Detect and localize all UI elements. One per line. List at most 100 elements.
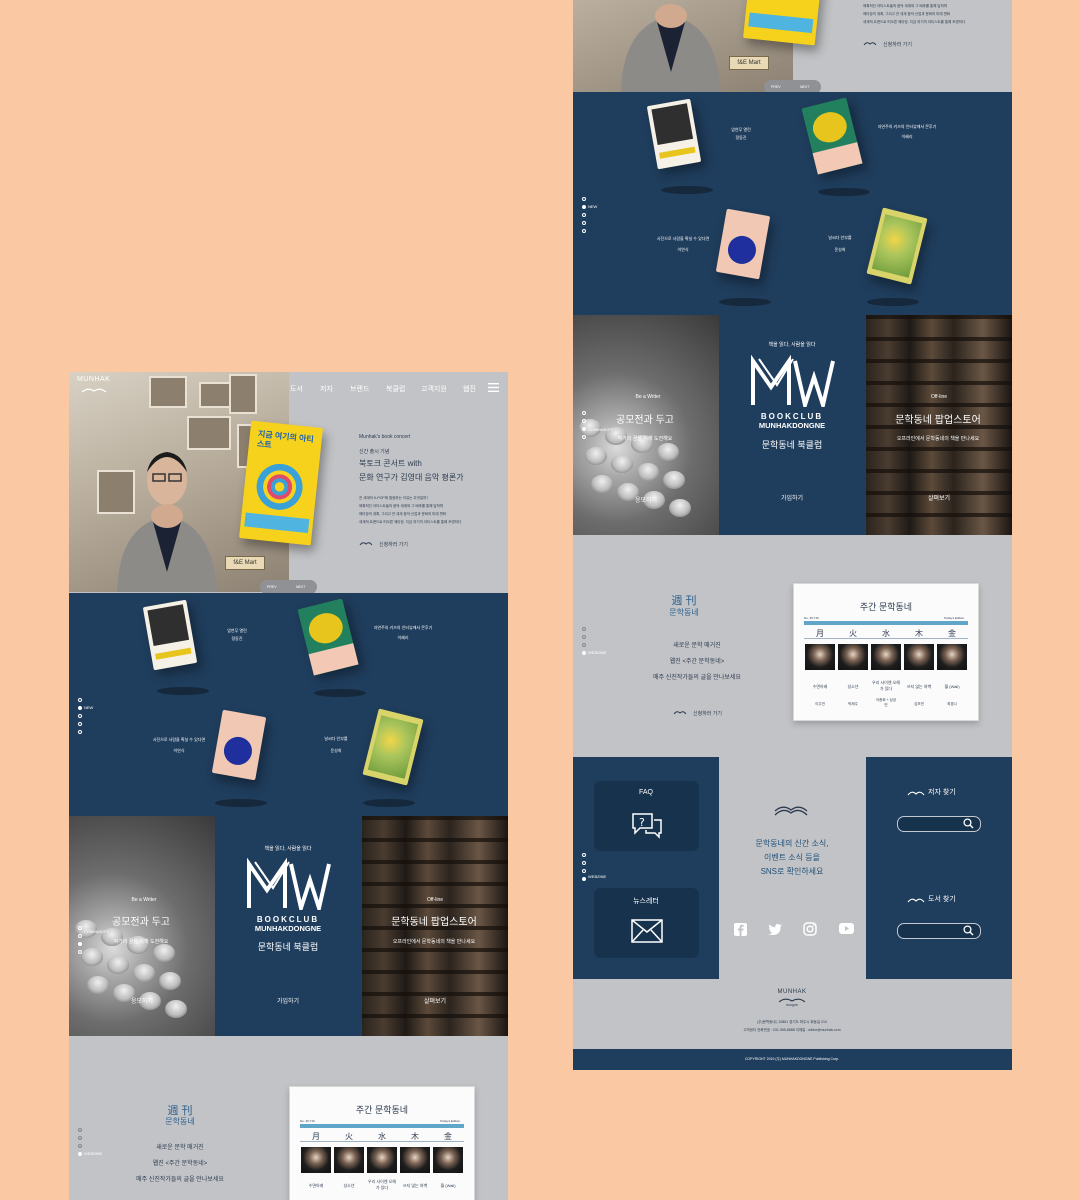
offline-subtitle: Off-line: [426, 897, 444, 903]
new-books-pager[interactable]: [582, 197, 586, 237]
bookclub-name: 문학동네 북클럽: [257, 942, 319, 952]
newspaper-title: 주간 문학동네: [355, 1105, 409, 1115]
bookstore-photo: Off-line 문학동네 팝업스토어 오프라인에서 문학동네의 책을 만나세요…: [866, 315, 1012, 535]
new-books-pager[interactable]: [78, 698, 82, 738]
newsletter-card[interactable]: 뉴스레터: [594, 888, 699, 958]
book-cover-2[interactable]: [801, 97, 863, 175]
book-link-icon: [359, 542, 373, 546]
webzine-newspaper[interactable]: 주간 문학동네 No. 46,716 Today's Edition 月 火 水…: [793, 583, 979, 721]
browse-link[interactable]: 살펴보기: [424, 996, 446, 1005]
hamburger-icon[interactable]: [488, 383, 499, 392]
bookclub-tagline: 책을 읽다, 사람을 읽다: [264, 846, 312, 852]
webzine-line3: 매주 신진작가들의 글을 만나보세요: [136, 1177, 224, 1183]
webzine-name: 문학동네: [165, 1117, 195, 1126]
book-cover-1[interactable]: [646, 98, 702, 170]
book-cover-3[interactable]: [211, 709, 267, 781]
bookclub-section: Be a Writer 공모전과 두고 작가의 꿈을 위해 도전해요 COMMU…: [573, 315, 1012, 535]
bookclub-pager[interactable]: [78, 926, 82, 958]
bookclub-logo-line2: MUNHAKDONGNE: [254, 924, 322, 933]
twitter-icon[interactable]: [768, 924, 782, 935]
open-book-icon: [774, 806, 808, 816]
prev-button[interactable]: PREV: [771, 85, 781, 89]
book-cover-1[interactable]: [142, 599, 198, 671]
bookstore-photo: Off-line 문학동네 팝업스토어 오프라인에서 문학동네의 책을 만나세요…: [362, 816, 508, 1036]
community-tag: COMMUNITY: [84, 929, 109, 934]
webzine-line1: 새로운 문학 매거진: [156, 1145, 204, 1151]
slider-controls: PREV NEXT: [260, 580, 317, 593]
newsletter-label: 뉴스레터: [633, 898, 659, 905]
writer-desc: 작가의 꿈을 위해 도전해요: [113, 939, 169, 945]
typewriter-photo: Be a Writer 공모전과 두고 작가의 꿈을 위해 도전해요 COMMU…: [573, 315, 719, 535]
footer-logo[interactable]: MUNHAK: [777, 989, 806, 995]
writer-subtitle: Be a Writer: [131, 897, 157, 903]
support-section: FAQ ? WEBZINE 뉴스레터 문학동네의 신간 소식, 이벤트 소식 등을…: [573, 757, 1012, 979]
popup-store-title: 문학동네 팝업스토어: [391, 917, 477, 928]
search-panel: 저자 찾기 도서 찾기: [866, 757, 1012, 979]
join-link[interactable]: 가입하기: [781, 493, 803, 502]
author-portrait: [117, 452, 217, 592]
webzine-pager[interactable]: [78, 1128, 82, 1160]
search-icon[interactable]: [963, 925, 974, 936]
book-title-2: 자연주의 키즈의 인터뷰에서 몬후기: [373, 625, 433, 630]
book-title-4: 날씨다 안부를: [324, 736, 348, 741]
webzine-newspaper[interactable]: 주간 문학동네 No. 46,716 Today's Edition 月 火 水…: [289, 1086, 475, 1200]
book-cover-3[interactable]: [715, 208, 771, 280]
nav-item-support[interactable]: 고객지원: [421, 384, 447, 394]
apply-link-crop[interactable]: 신청하러 가기: [883, 41, 912, 48]
typewriter-photo: Be a Writer 공모전과 두고 작가의 꿈을 위해 도전해요 COMMU…: [69, 816, 215, 1036]
prev-button[interactable]: PREV: [267, 585, 277, 589]
book-link-icon: [863, 42, 877, 46]
webzine-tag: WEBZINE: [84, 1151, 103, 1156]
submit-link[interactable]: 응모하기: [635, 495, 657, 504]
nav-item-books[interactable]: 도서: [290, 384, 303, 394]
nav-item-brand[interactable]: 브랜드: [350, 384, 369, 394]
support-left-panel: FAQ ? WEBZINE 뉴스레터: [573, 757, 719, 979]
facebook-icon[interactable]: [734, 923, 747, 936]
book-title-3: 사진으로 사람을 확실 수 있다면: [152, 737, 206, 742]
nav-item-webzine[interactable]: 웹진: [463, 384, 476, 394]
hero-title-line2: 문화 연구가 김영대 음악 평론가: [359, 473, 464, 482]
faq-card[interactable]: FAQ ?: [594, 781, 699, 851]
open-book-icon: [81, 388, 107, 393]
bookclub-center-panel: 책을 읽다, 사람을 읽다 BOOKCLUB MUNHAKDONGNE 문학동네…: [719, 315, 866, 535]
svg-text:?: ?: [639, 816, 645, 829]
new-books-section: 암연무 열린 정동진 자연주의 키즈의 인터뷰에서 몬후기 이혜리 NEW 사진…: [573, 92, 1012, 315]
book-cover-4[interactable]: [362, 708, 424, 786]
submit-link[interactable]: 응모하기: [131, 996, 153, 1005]
book-cover-2[interactable]: [297, 598, 359, 676]
subscribe-link[interactable]: 신청하러 가기: [693, 710, 722, 717]
faq-label: FAQ: [638, 789, 654, 796]
slider-controls-crop: PREV NEXT: [764, 80, 821, 92]
webzine-section: 週 刊 문학동네 WEBZINE 새로운 문학 매거진 웹진 <주간 문학동네>…: [69, 1036, 508, 1200]
apply-link[interactable]: 신청하러 가기: [379, 541, 408, 548]
hero-book-cover-crop[interactable]: [743, 0, 827, 46]
next-button[interactable]: NEXT: [800, 85, 809, 89]
book-title-1: 암연무 열린: [227, 628, 247, 633]
nav-item-bookclub[interactable]: 북클럽: [386, 384, 405, 394]
new-tag: NEW: [84, 705, 94, 710]
hero-section-crop: f&E Mart 매혹적인 아티스트들의 음악 세계와 그 배후를 통해 답하며…: [573, 0, 1012, 92]
nav-item-authors[interactable]: 저자: [320, 384, 333, 394]
webzine-line2: 웹진 <주간 문학동네>: [152, 1161, 208, 1167]
hero-book-cover[interactable]: 지금 여기의 아티스트: [239, 420, 323, 546]
bookclub-section: Be a Writer 공모전과 두고 작가의 꿈을 위해 도전해요 COMMU…: [69, 816, 508, 1036]
book-author-2: 이혜리: [397, 635, 409, 640]
left-page-mockup: f&E Mart MUNHAK 도서 저자 브랜드 북클럽 고객지원 웹진 지금…: [69, 372, 508, 1200]
open-book-icon: [907, 791, 925, 796]
youtube-icon[interactable]: [839, 923, 854, 934]
book-cover-4[interactable]: [866, 207, 928, 285]
webzine-pager[interactable]: [582, 627, 586, 659]
browse-link[interactable]: 살펴보기: [928, 493, 950, 502]
sns-message: 문학동네의 신간 소식, 이벤트 소식 등을 SNS로 확인하세요: [755, 839, 829, 876]
bookclub-logo-line1: BOOKCLUB: [256, 915, 320, 924]
open-book-icon: [907, 898, 925, 903]
footer-address: (주)문학동네 | 10881 경기도 파주시 회동길 210: [757, 1020, 827, 1024]
bookclub-pager[interactable]: [582, 411, 586, 443]
join-link[interactable]: 가입하기: [277, 996, 299, 1005]
hero-section: f&E Mart MUNHAK 도서 저자 브랜드 북클럽 고객지원 웹진 지금…: [69, 372, 508, 593]
search-icon[interactable]: [963, 818, 974, 829]
author-search-label: 저자 찾기: [928, 789, 956, 796]
support-pager[interactable]: [582, 853, 586, 885]
instagram-icon[interactable]: [803, 922, 817, 936]
next-button[interactable]: NEXT: [296, 585, 305, 589]
